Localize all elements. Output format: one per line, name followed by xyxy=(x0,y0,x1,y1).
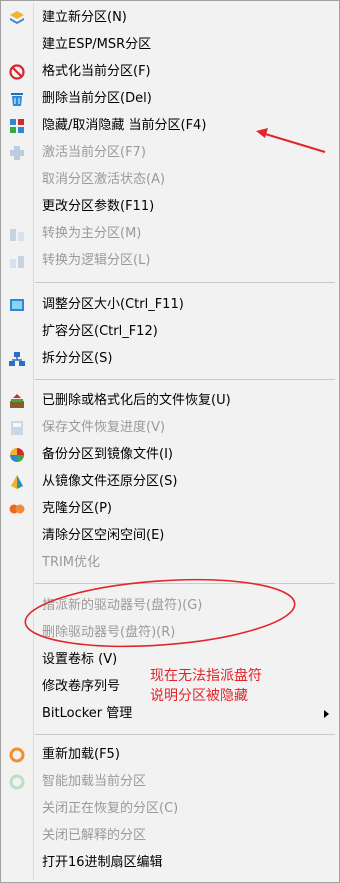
menu-item-delete-partition[interactable]: 删除当前分区(Del) xyxy=(1,86,339,112)
menu-item-label: 调整分区大小(Ctrl_F11) xyxy=(42,297,184,312)
menu-item-smart-load-partition[interactable]: 智能加载当前分区 xyxy=(1,769,339,795)
menu-item-new-partition[interactable]: 建立新分区(N) xyxy=(1,5,339,31)
menu-item-close-recovering-partition[interactable]: 关闭正在恢复的分区(C) xyxy=(1,796,339,822)
menu-item-trim-optimize[interactable]: TRIM优化 xyxy=(1,550,339,576)
hide-partition-icon xyxy=(9,118,25,134)
menu-separator xyxy=(35,734,335,735)
menu-item-convert-to-primary[interactable]: 转换为主分区(M) xyxy=(1,221,339,247)
menu-item-label: 关闭已解释的分区 xyxy=(42,828,147,843)
menu-item-label: 扩容分区(Ctrl_F12) xyxy=(42,324,158,339)
menu-item-file-recovery[interactable]: 已删除或格式化后的文件恢复(U) xyxy=(1,388,339,414)
menu-item-label: 指派新的驱动器号(盘符)(G) xyxy=(42,598,203,613)
delete-partition-icon xyxy=(9,91,25,107)
menu-item-label: 删除驱动器号(盘符)(R) xyxy=(42,625,176,640)
menu-item-format-partition[interactable]: 格式化当前分区(F) xyxy=(1,59,339,85)
menu-item-label: 打开16进制扇区编辑 xyxy=(42,855,163,870)
menu-item-backup-to-image[interactable]: 备份分区到镜像文件(I) xyxy=(1,442,339,468)
convert-primary-icon xyxy=(9,226,25,242)
smart-load-icon xyxy=(9,774,25,790)
menu-item-label: 拆分分区(S) xyxy=(42,351,113,366)
menu-item-label: 取消分区激活状态(A) xyxy=(42,172,166,187)
annotation-note-line: 现在无法指派盘符 xyxy=(150,668,262,684)
menu-item-label: 格式化当前分区(F) xyxy=(42,64,151,79)
menu-item-open-hex-sector-editor[interactable]: 打开16进制扇区编辑 xyxy=(1,850,339,876)
split-partition-icon xyxy=(9,351,25,367)
reload-icon xyxy=(9,747,25,763)
menu-item-hide-unhide-partition[interactable]: 隐藏/取消隐藏 当前分区(F4) xyxy=(1,113,339,139)
annotation-note: 现在无法指派盘符 说明分区被隐藏 xyxy=(150,666,300,706)
convert-logical-icon xyxy=(9,253,25,269)
menu-separator xyxy=(35,583,335,584)
context-menu: 建立新分区(N) 建立ESP/MSR分区 格式化当前分区(F) 删除当前分区(D… xyxy=(0,0,340,883)
save-progress-icon xyxy=(9,420,25,436)
menu-item-resize-partition[interactable]: 调整分区大小(Ctrl_F11) xyxy=(1,292,339,318)
restore-image-icon xyxy=(9,474,25,490)
menu-item-convert-to-logical[interactable]: 转换为逻辑分区(L) xyxy=(1,248,339,274)
menu-item-label: 智能加载当前分区 xyxy=(42,774,147,789)
menu-item-remove-drive-letter[interactable]: 删除驱动器号(盘符)(R) xyxy=(1,620,339,646)
menu-item-label: 建立ESP/MSR分区 xyxy=(42,37,152,52)
menu-item-close-interpreted-partition[interactable]: 关闭已解释的分区 xyxy=(1,823,339,849)
menu-item-restore-from-image[interactable]: 从镜像文件还原分区(S) xyxy=(1,469,339,495)
menu-item-label: TRIM优化 xyxy=(42,555,101,570)
menu-separator xyxy=(35,379,335,380)
menu-item-label: 关闭正在恢复的分区(C) xyxy=(42,801,179,816)
menu-item-label: 备份分区到镜像文件(I) xyxy=(42,447,173,462)
menu-item-reload[interactable]: 重新加载(F5) xyxy=(1,742,339,768)
menu-item-label: BitLocker 管理 xyxy=(42,706,133,721)
annotation-note-line: 说明分区被隐藏 xyxy=(150,688,248,704)
menu-item-label: 设置卷标 (V) xyxy=(42,652,118,667)
clone-partition-icon xyxy=(9,501,25,517)
menu-item-label: 从镜像文件还原分区(S) xyxy=(42,474,178,489)
menu-item-label: 更改分区参数(F11) xyxy=(42,199,155,214)
backup-image-icon xyxy=(9,447,25,463)
file-recovery-icon xyxy=(9,393,25,409)
menu-item-label: 隐藏/取消隐藏 当前分区(F4) xyxy=(42,118,207,133)
submenu-arrow-icon xyxy=(324,710,329,718)
menu-item-label: 已删除或格式化后的文件恢复(U) xyxy=(42,393,231,408)
activate-partition-icon xyxy=(9,145,25,161)
menu-item-deactivate-partition[interactable]: 取消分区激活状态(A) xyxy=(1,167,339,193)
menu-item-label: 删除当前分区(Del) xyxy=(42,91,152,106)
menu-item-clone-partition[interactable]: 克隆分区(P) xyxy=(1,496,339,522)
menu-item-label: 清除分区空闲空间(E) xyxy=(42,528,165,543)
menu-item-change-partition-params[interactable]: 更改分区参数(F11) xyxy=(1,194,339,220)
menu-item-label: 转换为逻辑分区(L) xyxy=(42,253,151,268)
menu-separator xyxy=(35,282,335,283)
menu-item-assign-drive-letter[interactable]: 指派新的驱动器号(盘符)(G) xyxy=(1,593,339,619)
menu-item-label: 转换为主分区(M) xyxy=(42,226,142,241)
menu-item-label: 建立新分区(N) xyxy=(42,10,127,25)
menu-item-save-recovery-progress[interactable]: 保存文件恢复进度(V) xyxy=(1,415,339,441)
menu-item-label: 修改卷序列号 xyxy=(42,679,121,694)
resize-partition-icon xyxy=(9,297,25,313)
menu-item-extend-partition[interactable]: 扩容分区(Ctrl_F12) xyxy=(1,319,339,345)
menu-item-label: 重新加载(F5) xyxy=(42,747,120,762)
format-icon xyxy=(9,64,25,80)
menu-item-split-partition[interactable]: 拆分分区(S) xyxy=(1,346,339,372)
menu-item-label: 克隆分区(P) xyxy=(42,501,112,516)
menu-item-create-esp-msr[interactable]: 建立ESP/MSR分区 xyxy=(1,32,339,58)
menu-item-wipe-free-space[interactable]: 清除分区空闲空间(E) xyxy=(1,523,339,549)
menu-item-label: 激活当前分区(F7) xyxy=(42,145,146,160)
menu-item-activate-partition[interactable]: 激活当前分区(F7) xyxy=(1,140,339,166)
menu-item-label: 保存文件恢复进度(V) xyxy=(42,420,166,435)
new-partition-icon xyxy=(9,10,25,26)
